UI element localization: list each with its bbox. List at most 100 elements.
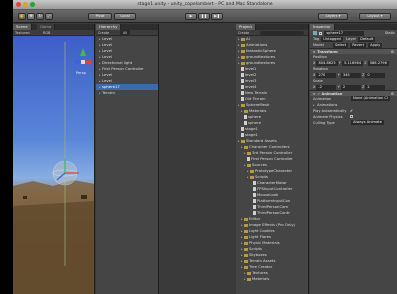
project-item-label: Scripts <box>255 174 268 179</box>
animate-physics-checkbox[interactable] <box>350 115 353 118</box>
culling-type-label: Culling Type <box>313 121 335 125</box>
rotate-tool-button[interactable]: ↻ <box>36 13 44 20</box>
file-icon <box>253 193 256 197</box>
folder-icon <box>244 145 248 149</box>
project-item-label: Materials <box>252 276 270 281</box>
project-item-label: MouseLook <box>257 192 279 197</box>
project-item-label: First Person Controller <box>251 156 293 161</box>
hand-tool-button[interactable]: ✋ <box>18 13 26 20</box>
project-item[interactable]: ▸ Materials <box>236 276 308 282</box>
hierarchy-item-label: Level <box>102 72 113 77</box>
folder-icon <box>241 103 245 107</box>
layout-dropdown[interactable]: Layout ▾ <box>359 13 391 20</box>
folder-icon <box>250 169 254 173</box>
animate-physics-label: Animate Physics <box>313 115 343 119</box>
animations-label: Animations <box>317 103 338 107</box>
project-item-label: sphere <box>248 120 261 125</box>
model-label: Model <box>313 43 324 47</box>
move-tool-button[interactable]: ✥ <box>27 13 35 20</box>
hierarchy-item-label: First Person Controller <box>102 66 144 71</box>
project-item-label: Standard Assets <box>246 138 277 143</box>
local-toggle[interactable]: Local <box>114 13 136 20</box>
active-checkbox[interactable] <box>319 31 323 35</box>
hierarchy-item-label: sphere17 <box>102 84 120 89</box>
folder-icon <box>244 235 248 239</box>
file-icon <box>253 181 256 185</box>
folder-icon <box>244 229 248 233</box>
hierarchy-item-label: Terrain <box>102 90 115 95</box>
scene-viewport[interactable]: Persp <box>13 36 94 294</box>
folder-icon <box>244 223 248 227</box>
hierarchy-item-label: Directional light <box>102 60 133 65</box>
project-item-label: Physic Materials <box>249 240 280 245</box>
terrain-rock <box>81 195 87 199</box>
folder-icon <box>241 139 245 143</box>
layer-label: Layer <box>345 37 357 41</box>
animation-clip-field[interactable]: None (Animation Cl <box>351 96 390 101</box>
project-item-label: SphereMesh <box>246 102 270 107</box>
culling-type-row: Culling Type Always Animate <box>310 120 397 126</box>
project-item-label: level2 <box>245 72 257 77</box>
unity-editor-window: stage1.unity - unity_copelambert - PC an… <box>13 0 397 294</box>
layers-dropdown[interactable]: Layers ▾ <box>318 13 348 20</box>
play-button[interactable]: ▶ <box>185 13 197 20</box>
project-item-label: stage1 <box>245 132 258 137</box>
pause-button[interactable]: ❚❚ <box>198 13 210 20</box>
project-item-label: FPSInputController <box>257 186 293 191</box>
file-icon <box>241 133 244 137</box>
inspector-panel: Inspector sphere17 Static Tag Untagged L… <box>310 24 397 294</box>
project-item-label: stage1 <box>245 126 258 131</box>
hierarchy-item-label: Level <box>102 54 113 59</box>
project-item-label: Terrain Assets <box>249 258 276 263</box>
project-item-label: Animations <box>246 42 268 47</box>
folder-icon <box>241 49 245 53</box>
scene-orientation-gizmo-icon[interactable] <box>75 48 91 65</box>
file-icon <box>241 67 244 71</box>
main-toolbar: ✋ ✥ ↻ ⤢ Pivot Local ▶ ❚❚ ▶❚ Layers ▾ Lay… <box>13 10 397 23</box>
project-item-label: Image Effects (Pro Only) <box>249 222 296 227</box>
hierarchy-list: ▸Level ▸Level ▸Level ▸Level ▸Directional lig… <box>96 36 158 96</box>
folder-icon <box>241 37 245 41</box>
project-item-label: groundtextures <box>246 60 276 65</box>
file-icon <box>253 199 256 203</box>
hierarchy-item-label: Level <box>102 48 113 53</box>
file-icon <box>244 115 247 119</box>
project-item-label: Skyboxes <box>249 252 267 257</box>
hierarchy-empty-area <box>160 24 235 294</box>
file-icon <box>241 85 244 89</box>
folder-icon <box>244 109 248 113</box>
hierarchy-item-label: Level <box>102 78 113 83</box>
project-item-label: Light Cookies <box>249 228 275 233</box>
project-item-label: ThirdPersonContr <box>257 210 290 215</box>
folder-icon <box>244 253 248 257</box>
folder-icon <box>244 217 248 221</box>
project-item-label: Tree Creator <box>249 264 273 269</box>
hierarchy-panel: Hierarchy Create All ▸Level ▸Level ▸Level ▸… <box>96 24 159 294</box>
pivot-toggle[interactable]: Pivot <box>88 13 112 20</box>
project-item-label: level1 <box>245 66 257 71</box>
terrain-foreground <box>13 201 94 294</box>
file-icon <box>244 121 247 125</box>
project-item-label: Materials <box>249 108 267 113</box>
project-item-label: PlatformInputCon <box>257 198 291 203</box>
folder-icon <box>241 43 245 47</box>
hierarchy-item[interactable]: ▸Terrain <box>96 90 158 96</box>
folder-icon <box>244 259 248 263</box>
project-search-input[interactable] <box>260 31 304 35</box>
file-icon <box>253 205 256 209</box>
project-item-label: groundtextures <box>246 54 276 59</box>
file-icon <box>241 97 244 101</box>
cube-icon <box>313 31 317 35</box>
scale-tool-button[interactable]: ⤢ <box>45 13 53 20</box>
file-icon <box>247 157 250 161</box>
file-icon <box>253 211 256 215</box>
folder-icon <box>250 175 254 179</box>
project-item-label: Sources <box>252 162 268 167</box>
step-button[interactable]: ▶❚ <box>211 13 223 20</box>
project-panel: Project Create ▸ AI ▸ Animations ▸ fantasticS… <box>236 24 309 294</box>
folder-icon <box>241 61 245 65</box>
culling-type-dropdown[interactable]: Always Animate <box>351 120 384 125</box>
tag-label: Tag <box>313 37 320 41</box>
project-item-label: Editor <box>249 216 261 221</box>
file-icon <box>253 187 256 191</box>
